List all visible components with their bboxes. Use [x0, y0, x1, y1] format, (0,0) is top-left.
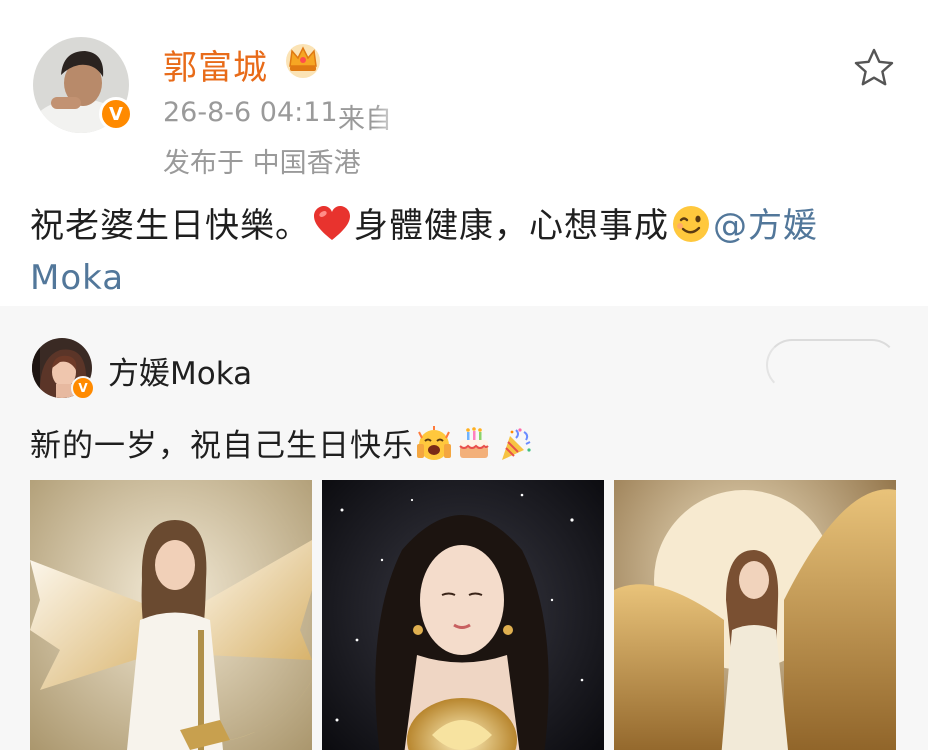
heart-emoji-icon	[312, 204, 352, 244]
birthday-cake-emoji-icon	[456, 426, 492, 462]
repost-author-avatar[interactable]: V	[32, 338, 95, 400]
mention-link[interactable]: @方媛	[713, 206, 818, 246]
confetti-emoji-icon	[496, 426, 532, 462]
follow-button-outline[interactable]	[766, 339, 898, 391]
post-body: 祝老婆生日快樂。 身體健康，心想事成 @方媛 Moka	[30, 200, 900, 304]
golden-rose-photo[interactable]	[322, 480, 604, 750]
cheers-emoji-icon	[416, 426, 452, 462]
wink-emoji-icon	[671, 204, 711, 244]
favorite-star-icon[interactable]	[852, 46, 896, 90]
author-name[interactable]: 郭富城	[163, 40, 268, 89]
verified-badge: V	[99, 97, 133, 131]
mention-link-continued[interactable]: Moka	[30, 258, 124, 298]
post-source: 来自	[338, 104, 392, 135]
repost-text: 新的一岁，祝自己生日快乐	[30, 428, 414, 464]
repost-verified-badge: V	[71, 376, 95, 400]
weibo-post: V 郭富城 26-8-6 04:11 来自 发布于 中国香港 祝老婆生日快樂。 身…	[0, 0, 928, 306]
repost-card[interactable]: V 方媛Moka 新的一岁，祝自己生日快乐	[0, 306, 928, 750]
repost-author-name[interactable]: 方媛Moka	[108, 348, 252, 393]
post-timestamp: 26-8-6 04:11	[163, 97, 338, 128]
angel-moon-photo[interactable]	[30, 480, 312, 750]
crown-icon	[283, 40, 323, 80]
post-location: 发布于 中国香港	[163, 148, 361, 179]
golden-wings-photo[interactable]	[614, 480, 896, 750]
author-avatar[interactable]: V	[33, 37, 133, 133]
post-text-part2: 身體健康，心想事成	[354, 206, 669, 246]
post-text-part1: 祝老婆生日快樂。	[30, 206, 310, 246]
repost-body: 新的一岁，祝自己生日快乐	[30, 420, 534, 465]
photo-grid	[30, 480, 898, 750]
